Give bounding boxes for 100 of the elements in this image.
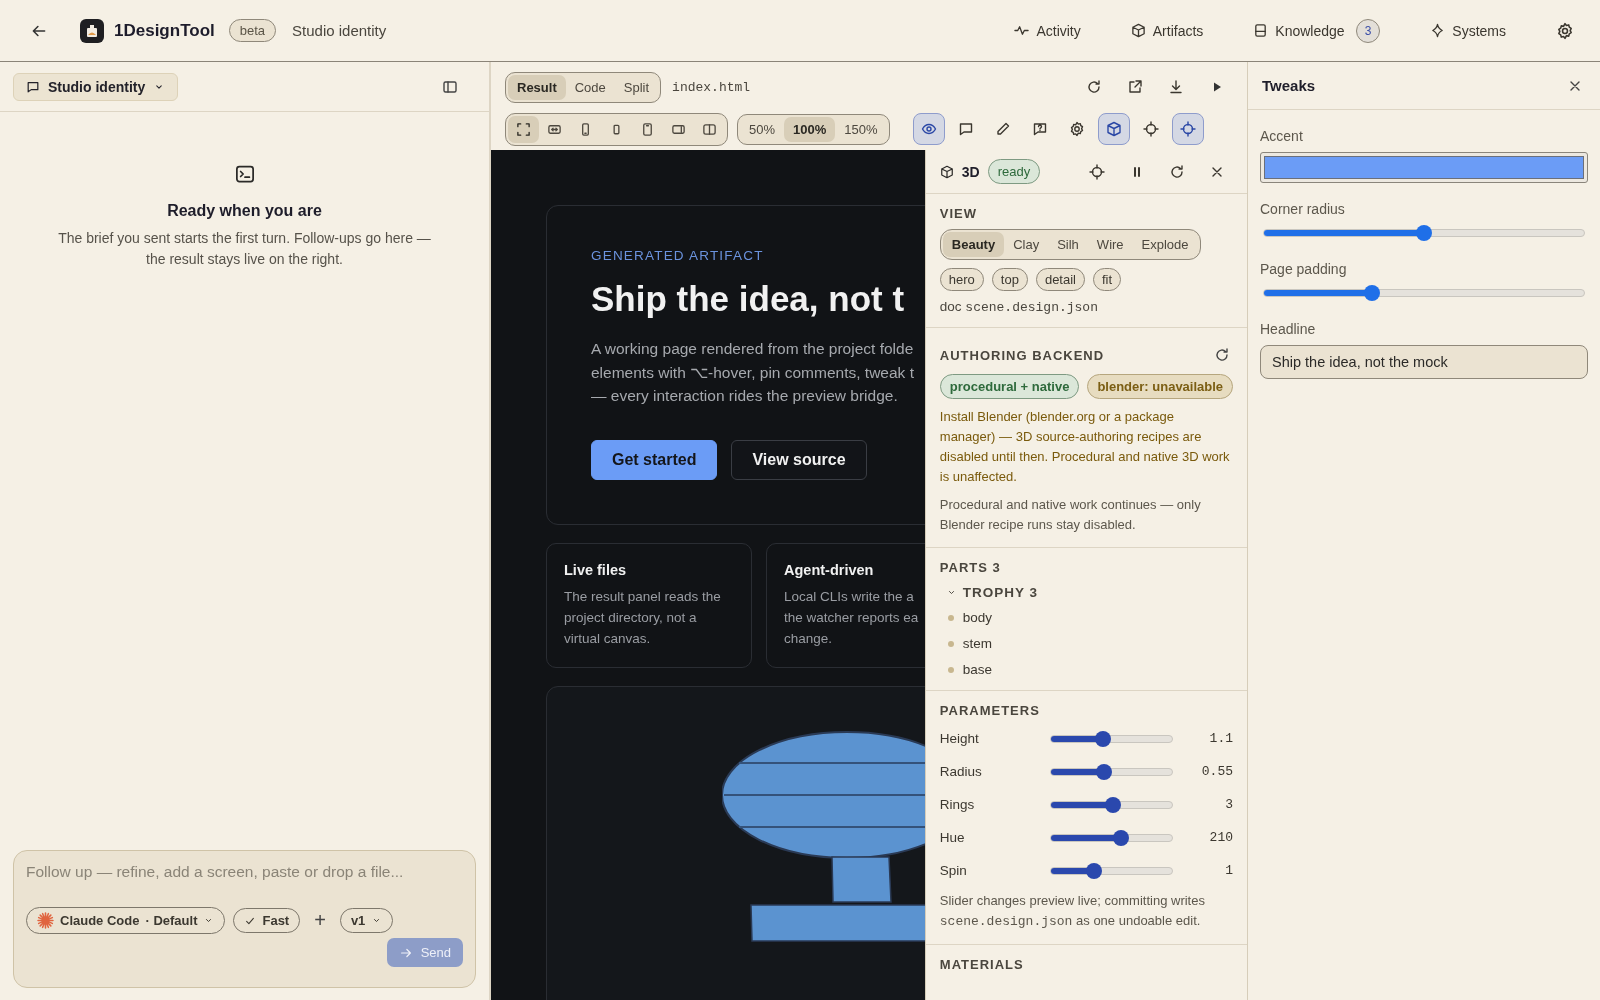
- slider-thumb[interactable]: [1086, 862, 1103, 879]
- slider-thumb[interactable]: [1416, 225, 1432, 241]
- slider[interactable]: [1049, 796, 1173, 813]
- empty-title: Ready when you are: [167, 202, 322, 220]
- eye-icon: [920, 121, 937, 137]
- parameter-value: 210: [1208, 830, 1233, 845]
- external-link-icon: [1127, 79, 1143, 95]
- parameter-label: Hue: [939, 830, 966, 845]
- camera-chip[interactable]: top: [991, 268, 1028, 291]
- status-badge: ready: [987, 159, 1041, 184]
- render-mode-tab[interactable]: Clay: [1004, 232, 1049, 257]
- slider-thumb[interactable]: [1104, 796, 1121, 813]
- cube-icon: [939, 164, 954, 179]
- tree-item[interactable]: body: [939, 609, 1233, 626]
- count-badge: 3: [1355, 18, 1381, 43]
- tree-node[interactable]: TROPHY 3: [939, 585, 1233, 600]
- slider[interactable]: [1049, 829, 1173, 846]
- view-tab[interactable]: Code: [565, 74, 615, 100]
- slider-thumb[interactable]: [1364, 285, 1381, 301]
- parameters-note: Slider changes preview live; committing writes scene.design.json as one undoable edit.: [939, 892, 1206, 931]
- parameter-label: Height: [939, 731, 980, 746]
- parameter-value: 0.55: [1200, 764, 1233, 779]
- slider[interactable]: [1049, 763, 1173, 780]
- backend-note: Procedural and native work continues — only Blender recipe runs stay disabled.: [939, 496, 1202, 534]
- device-button[interactable]: [508, 115, 539, 143]
- zoom-option[interactable]: 150%: [835, 116, 887, 142]
- crosshair-icon: [1089, 163, 1105, 180]
- warning-text: Install Blender (blender.org or a package manager) — 3D source-authoring recipes are disabled until then. Procedural and native 3D work is unaffected.: [939, 408, 1231, 486]
- reload-icon: [1214, 347, 1230, 363]
- card-description: The result panel reads the project directory, not a virtual canvas.: [564, 587, 722, 648]
- settings-icon: [1068, 121, 1085, 137]
- field-label: Page padding: [1260, 261, 1348, 277]
- field-label: Headline: [1260, 321, 1317, 337]
- doc-path: doc scene.design.json: [939, 299, 1099, 315]
- cube-icon: [1130, 23, 1146, 38]
- download-icon: [1168, 79, 1184, 95]
- view-tab[interactable]: Result: [508, 74, 566, 100]
- beta-badge: beta: [228, 19, 277, 42]
- tool-button[interactable]: [1171, 113, 1204, 145]
- tool-button[interactable]: [1097, 113, 1130, 145]
- zoom-option[interactable]: 100%: [784, 116, 836, 142]
- tree-item[interactable]: base: [939, 661, 1233, 678]
- render-mode-tab[interactable]: Explode: [1132, 232, 1198, 257]
- headline: Ship the idea, not t: [591, 279, 906, 319]
- nav-link[interactable]: Artifacts: [1122, 18, 1212, 43]
- panel-title: 3D: [961, 163, 980, 180]
- slider-thumb[interactable]: [1113, 829, 1130, 846]
- slider-thumb[interactable]: [1096, 763, 1112, 780]
- backend-badge: blender: unavailable: [1087, 374, 1234, 399]
- card-title: Live files: [564, 561, 628, 578]
- render-mode-tab[interactable]: Beauty: [942, 232, 1005, 257]
- conversation-dropdown[interactable]: Studio identity: [13, 72, 179, 101]
- slider[interactable]: [1049, 730, 1173, 747]
- zoom-option[interactable]: 50%: [740, 116, 785, 142]
- add-button[interactable]: +: [308, 909, 332, 932]
- cube-icon: [1105, 121, 1122, 137]
- slider[interactable]: [1049, 862, 1173, 879]
- parameter-label: Rings: [939, 797, 976, 812]
- nav-link[interactable]: Knowledge 3: [1245, 14, 1389, 47]
- section-heading: AUTHORING BACKEND: [939, 347, 1105, 363]
- nav-link[interactable]: Systems: [1422, 18, 1514, 43]
- get-started-button[interactable]: Get started: [591, 439, 718, 480]
- comment-icon: [26, 79, 40, 94]
- crosshair-icon: [1142, 121, 1159, 137]
- parameter-label: Spin: [939, 863, 968, 878]
- camera-chip[interactable]: fit: [1093, 268, 1122, 291]
- camera-chip[interactable]: hero: [939, 268, 984, 291]
- tree-item[interactable]: stem: [939, 635, 1233, 652]
- slider[interactable]: [1263, 225, 1585, 241]
- tool-button[interactable]: [912, 113, 945, 145]
- render-mode-tab[interactable]: Silh: [1048, 232, 1088, 257]
- render-mode-tab[interactable]: Wire: [1087, 232, 1133, 257]
- project-title: Studio identity: [292, 22, 387, 39]
- tablet-icon: [640, 121, 655, 137]
- card-description: Local CLIs write the a the watcher reports ea change.: [784, 587, 920, 648]
- pulse-icon: [1014, 23, 1030, 38]
- parameter-label: Radius: [939, 764, 983, 779]
- book-icon: [1253, 23, 1269, 38]
- view-tab[interactable]: Split: [614, 74, 659, 100]
- sidebar-icon: [442, 78, 458, 95]
- camera-chip[interactable]: detail: [1035, 268, 1085, 291]
- nav-link[interactable]: Activity: [1006, 18, 1089, 43]
- comment-icon: [957, 121, 974, 137]
- empty-description: The brief you sent starts the first turn. Follow-ups go here — the result stays live on the right.: [57, 229, 432, 269]
- view-source-button[interactable]: View source: [731, 439, 867, 480]
- parameter-value: 3: [1224, 797, 1233, 812]
- crosshair-icon: [1179, 121, 1196, 137]
- sparkle-icon: [1430, 23, 1446, 38]
- hero-description: A working page rendered from the project folde elements with ⌥-hover, pin comments, tweak t — every interaction rides the preview bridge.: [591, 339, 915, 406]
- eyebrow-text: GENERATED ARTIFACT: [591, 248, 765, 263]
- slider[interactable]: [1263, 285, 1585, 301]
- slider-thumb[interactable]: [1094, 730, 1111, 747]
- section-heading: MATERIALS: [939, 957, 1025, 972]
- follow-up-field[interactable]: Follow up — refine, add a screen, paste or drop a file...: [26, 863, 463, 881]
- field-label: Accent: [1260, 128, 1304, 144]
- panel-title: Tweaks: [1262, 77, 1316, 94]
- reload-icon: [1086, 79, 1102, 95]
- section-heading: VIEW: [939, 206, 979, 221]
- headline-field[interactable]: Ship the idea, not the mock: [1260, 345, 1588, 379]
- help-comment-icon: [1031, 121, 1048, 137]
